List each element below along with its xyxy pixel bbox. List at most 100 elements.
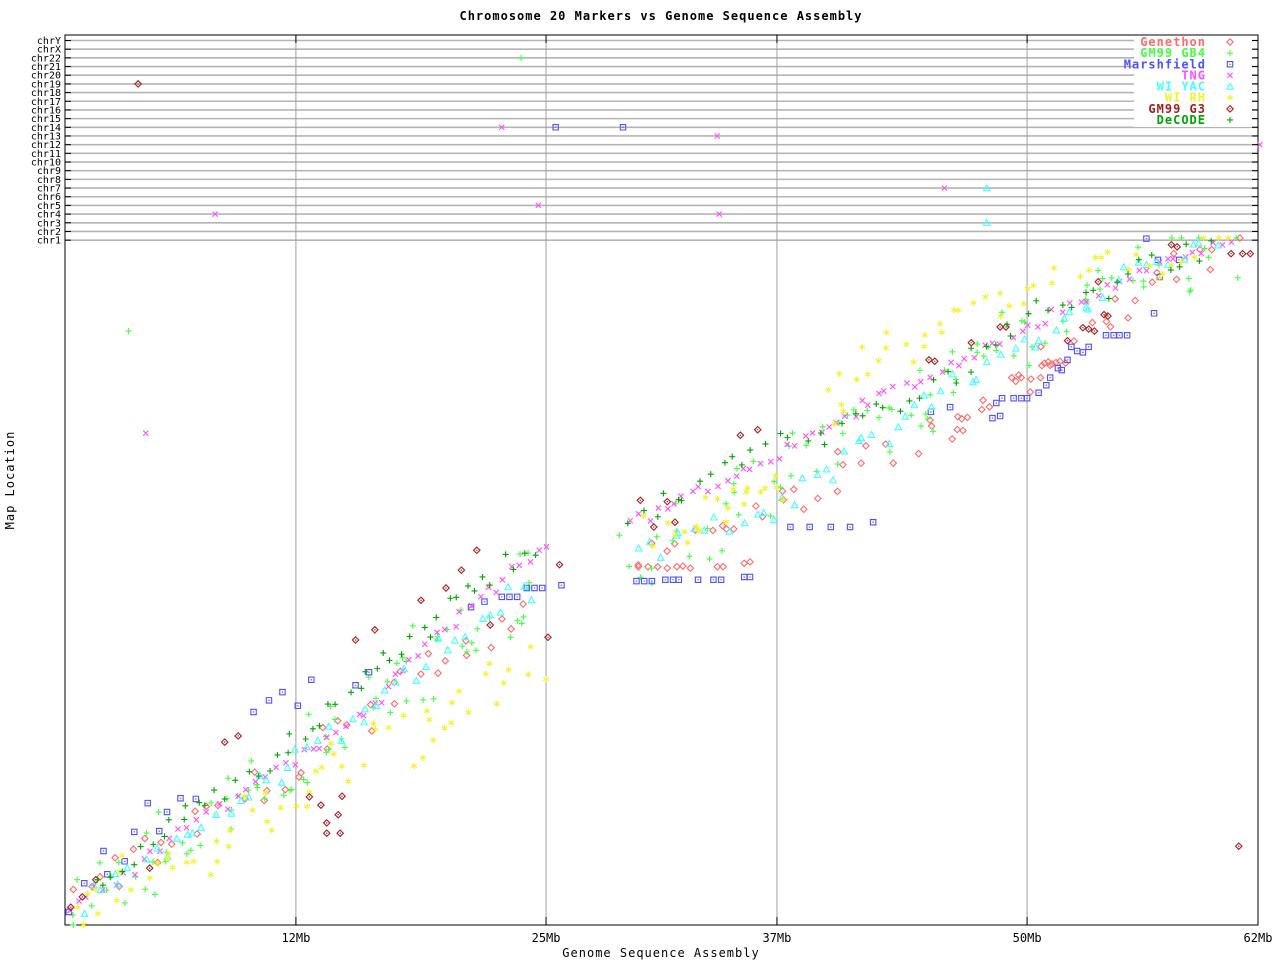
scatter-point <box>449 699 456 706</box>
scatter-point <box>1048 306 1055 313</box>
scatter-point <box>918 423 925 430</box>
scatter-point <box>665 519 672 527</box>
scatter-point <box>426 716 433 723</box>
scatter-point <box>901 412 910 420</box>
scatter-point <box>147 848 153 855</box>
scatter-point <box>885 439 894 447</box>
scatter-point <box>1026 388 1035 397</box>
scatter-point <box>281 785 290 794</box>
scatter-point <box>309 725 316 732</box>
scatter-point <box>776 455 783 462</box>
scatter-point <box>1046 374 1054 381</box>
scatter-point <box>1104 281 1111 288</box>
scatter-point <box>771 478 778 485</box>
scatter-point <box>869 518 877 526</box>
scatter-point <box>663 547 672 556</box>
scatter-point <box>386 657 393 664</box>
scatter-point <box>464 582 471 589</box>
scatter-point <box>486 620 495 629</box>
scatter-point <box>730 480 737 487</box>
scatter-point <box>453 623 460 630</box>
scatter-point <box>888 406 895 413</box>
scatter-point <box>157 838 165 847</box>
scatter-point <box>663 497 672 506</box>
scatter-point <box>430 695 437 702</box>
scatter-point <box>224 806 231 813</box>
scatter-point <box>1011 343 1020 352</box>
scatter-point <box>1167 267 1174 274</box>
scatter-point <box>1083 304 1093 313</box>
scatter-point <box>927 402 936 411</box>
scatter-point <box>1020 300 1028 307</box>
scatter-point <box>338 792 347 801</box>
scatter-point <box>384 678 391 685</box>
scatter-point <box>647 518 654 525</box>
scatter-point <box>1049 279 1056 287</box>
scatter-point <box>487 643 496 652</box>
scatter-point <box>412 676 421 684</box>
scatter-point <box>707 471 714 478</box>
scatter-point <box>686 553 693 560</box>
scatter-point <box>908 412 915 419</box>
scatter-point <box>448 719 455 727</box>
scatter-point <box>234 731 243 740</box>
scatter-point <box>616 532 623 539</box>
scatter-point <box>1191 253 1198 261</box>
scatter-point <box>998 394 1006 402</box>
scatter-point <box>911 383 918 390</box>
scatter-point <box>193 816 200 823</box>
scatter-point <box>358 685 365 692</box>
scatter-point <box>886 448 893 455</box>
scatter-point <box>183 850 190 857</box>
scatter-point <box>399 654 406 661</box>
scatter-point <box>927 391 934 398</box>
scatter-point <box>1018 394 1025 402</box>
scatter-point <box>1058 366 1065 374</box>
scatter-point <box>558 581 565 589</box>
scatter-point <box>927 422 936 431</box>
scatter-point <box>675 576 683 584</box>
scatter-point <box>1085 343 1092 351</box>
scatter-point <box>769 515 778 524</box>
x-tick-label: 62Mb <box>1244 931 1273 945</box>
scatter-point <box>1183 241 1190 248</box>
scatter-point <box>348 689 355 696</box>
scatter-point <box>880 388 887 394</box>
scatter-point <box>853 376 860 383</box>
scatter-point <box>323 734 330 741</box>
scatter-point <box>985 402 994 411</box>
scatter-point <box>762 440 769 447</box>
series-gm99-gb4 <box>69 234 1241 928</box>
scatter-point <box>882 344 890 352</box>
scatter-point <box>653 533 660 540</box>
scatter-point <box>1026 375 1035 384</box>
scatter-point <box>338 763 345 770</box>
scatter-point <box>327 740 334 747</box>
scatter-point <box>531 584 538 592</box>
scatter-point <box>129 845 138 854</box>
scatter-point <box>212 810 221 819</box>
scatter-point <box>486 660 493 667</box>
scatter-point <box>910 358 917 366</box>
scatter-point <box>94 910 101 917</box>
scatter-point <box>802 433 809 440</box>
scatter-point <box>100 847 107 855</box>
scatter-point <box>1092 254 1099 261</box>
scatter-point <box>152 891 159 898</box>
scatter-point <box>1063 336 1072 345</box>
scatter-point <box>424 649 433 658</box>
scatter-point <box>302 742 312 751</box>
scatter-point <box>555 560 564 569</box>
scatter-point <box>527 595 536 604</box>
scatter-point <box>507 625 516 633</box>
scatter-point <box>430 737 437 744</box>
scatter-point <box>831 420 838 428</box>
scatter-point <box>415 652 422 659</box>
scatter-point <box>733 473 740 480</box>
scatter-point <box>921 331 928 339</box>
scatter-point <box>390 699 399 708</box>
scatter-point <box>735 511 742 518</box>
scatter-point <box>226 826 233 834</box>
scatter-point <box>416 670 425 679</box>
scatter-point <box>304 803 311 810</box>
